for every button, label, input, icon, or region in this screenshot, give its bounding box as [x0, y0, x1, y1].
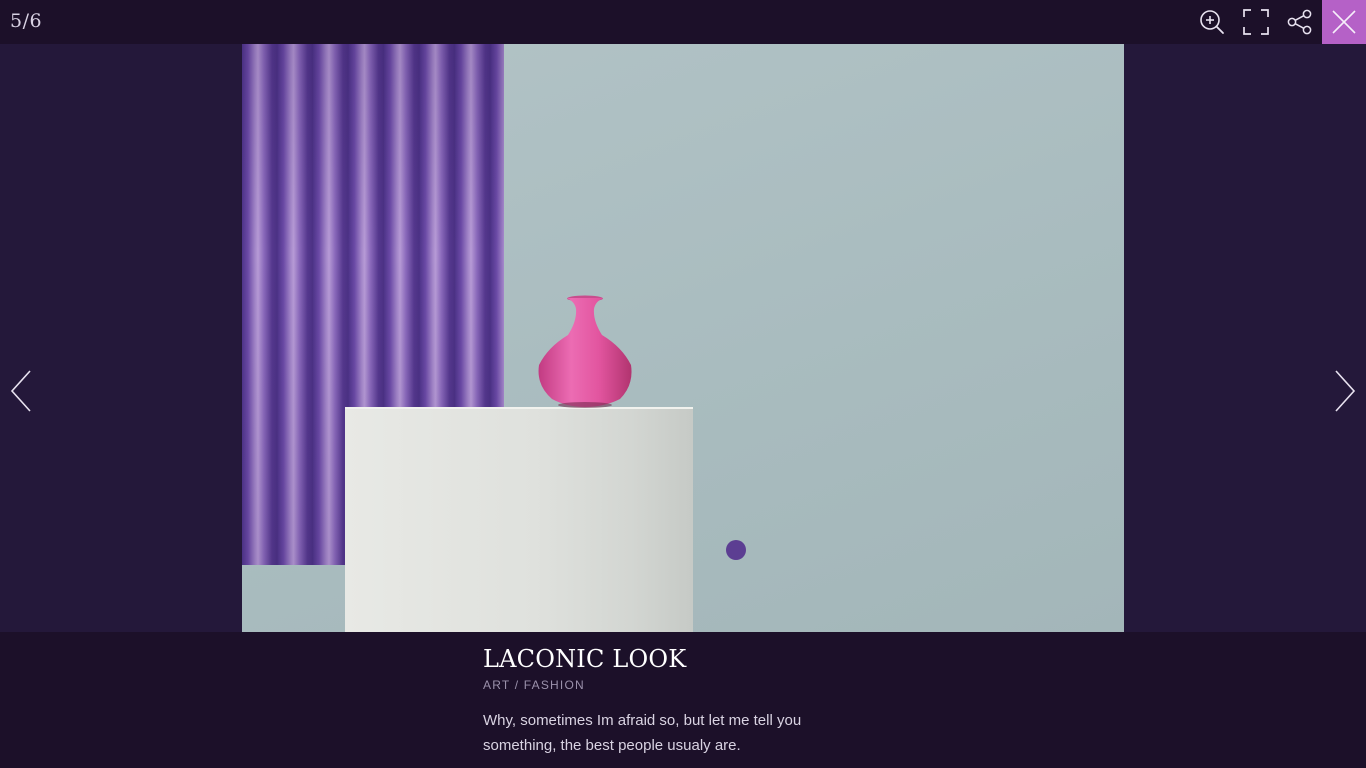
lightbox-toolbar: 5/6	[0, 0, 1366, 44]
slide-caption: LACONIC LOOK ART / FASHION Why, sometime…	[0, 632, 1366, 768]
slide-counter: 5/6	[10, 10, 43, 32]
image-pink-vase	[538, 295, 632, 408]
caption-category: ART / FASHION	[483, 678, 585, 692]
chevron-right-icon	[1335, 370, 1356, 412]
previous-slide-button[interactable]	[0, 366, 44, 416]
share-icon	[1287, 9, 1312, 35]
fullscreen-button[interactable]	[1234, 0, 1278, 44]
chevron-left-icon	[10, 370, 31, 412]
zoom-in-icon	[1200, 10, 1224, 34]
caption-description: Why, sometimes Im afraid so, but let me …	[483, 712, 802, 754]
caption-title: LACONIC LOOK	[483, 645, 687, 673]
share-button[interactable]	[1278, 0, 1322, 44]
close-button[interactable]	[1322, 0, 1366, 44]
slide-image	[242, 44, 1124, 632]
next-slide-button[interactable]	[1322, 366, 1366, 416]
image-hotspot-dot[interactable]	[726, 540, 746, 560]
image-pedestal	[345, 407, 693, 632]
fullscreen-icon	[1243, 9, 1269, 35]
zoom-button[interactable]	[1190, 0, 1234, 44]
close-icon	[1332, 10, 1356, 34]
